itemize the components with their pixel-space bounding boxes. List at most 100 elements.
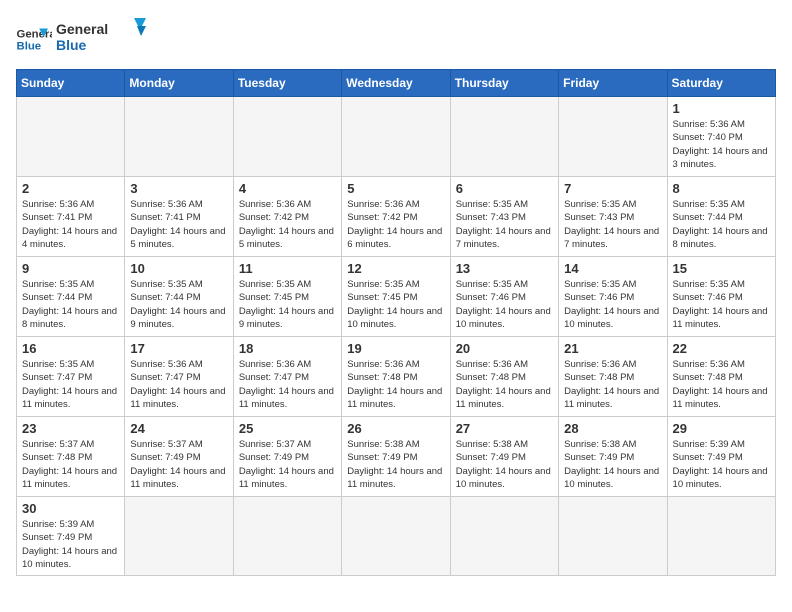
day-info: Sunrise: 5:36 AMSunset: 7:48 PMDaylight:… [564, 358, 661, 411]
day-info: Sunrise: 5:35 AMSunset: 7:44 PMDaylight:… [673, 198, 770, 251]
day-info: Sunrise: 5:35 AMSunset: 7:46 PMDaylight:… [456, 278, 553, 331]
calendar-cell-4: 4Sunrise: 5:36 AMSunset: 7:42 PMDaylight… [233, 177, 341, 257]
svg-text:General: General [56, 21, 108, 37]
day-info: Sunrise: 5:39 AMSunset: 7:49 PMDaylight:… [673, 438, 770, 491]
weekday-header-monday: Monday [125, 70, 233, 97]
day-number: 18 [239, 341, 336, 356]
day-info: Sunrise: 5:36 AMSunset: 7:41 PMDaylight:… [130, 198, 227, 251]
day-number: 7 [564, 181, 661, 196]
day-info: Sunrise: 5:37 AMSunset: 7:48 PMDaylight:… [22, 438, 119, 491]
day-number: 30 [22, 501, 119, 516]
day-info: Sunrise: 5:36 AMSunset: 7:41 PMDaylight:… [22, 198, 119, 251]
svg-text:Blue: Blue [17, 40, 42, 52]
weekday-header-saturday: Saturday [667, 70, 775, 97]
week-row-4: 23 Sunrise: 5:37 AMSunset: 7:48 PMDayligh… [17, 417, 776, 497]
day-number: 12 [347, 261, 444, 276]
day-number: 28 [564, 421, 661, 436]
day-number: 25 [239, 421, 336, 436]
day-info: Sunrise: 5:35 AMSunset: 7:46 PMDaylight:… [564, 278, 661, 331]
day-info: Sunrise: 5:36 AMSunset: 7:40 PMDaylight:… [673, 118, 770, 171]
calendar-cell-14: 14 Sunrise: 5:35 AMSunset: 7:46 PMDayligh… [559, 257, 667, 337]
calendar-cell-9: 9 Sunrise: 5:35 AMSunset: 7:44 PMDaylight… [17, 257, 125, 337]
calendar-cell-13: 13 Sunrise: 5:35 AMSunset: 7:46 PMDayligh… [450, 257, 558, 337]
calendar-cell-19: 19Sunrise: 5:36 AMSunset: 7:48 PMDayligh… [342, 337, 450, 417]
day-info: Sunrise: 5:38 AMSunset: 7:49 PMDaylight:… [456, 438, 553, 491]
weekday-header-sunday: Sunday [17, 70, 125, 97]
calendar-cell-27: 27 Sunrise: 5:38 AMSunset: 7:49 PMDayligh… [450, 417, 558, 497]
calendar-table: SundayMondayTuesdayWednesdayThursdayFrid… [16, 69, 776, 576]
calendar-cell-empty [233, 497, 341, 576]
day-info: Sunrise: 5:35 AMSunset: 7:44 PMDaylight:… [22, 278, 119, 331]
calendar-cell-empty [342, 97, 450, 177]
day-info: Sunrise: 5:36 AMSunset: 7:48 PMDaylight:… [347, 358, 444, 411]
day-info: Sunrise: 5:37 AMSunset: 7:49 PMDaylight:… [239, 438, 336, 491]
calendar-cell-26: 26 Sunrise: 5:38 AMSunset: 7:49 PMDayligh… [342, 417, 450, 497]
day-number: 14 [564, 261, 661, 276]
logo-icon: General Blue [16, 25, 52, 53]
calendar-cell-8: 8Sunrise: 5:35 AMSunset: 7:44 PMDaylight… [667, 177, 775, 257]
day-number: 27 [456, 421, 553, 436]
day-info: Sunrise: 5:35 AMSunset: 7:43 PMDaylight:… [564, 198, 661, 251]
day-number: 21 [564, 341, 661, 356]
page-header: General Blue General Blue [16, 16, 776, 61]
week-row-5: 30Sunrise: 5:39 AMSunset: 7:49 PMDayligh… [17, 497, 776, 576]
calendar-cell-7: 7 Sunrise: 5:35 AMSunset: 7:43 PMDaylight… [559, 177, 667, 257]
day-number: 10 [130, 261, 227, 276]
day-number: 4 [239, 181, 336, 196]
week-row-2: 9 Sunrise: 5:35 AMSunset: 7:44 PMDaylight… [17, 257, 776, 337]
day-number: 15 [673, 261, 770, 276]
calendar-cell-10: 10 Sunrise: 5:35 AMSunset: 7:44 PMDayligh… [125, 257, 233, 337]
calendar-cell-12: 12 Sunrise: 5:35 AMSunset: 7:45 PMDayligh… [342, 257, 450, 337]
day-number: 13 [456, 261, 553, 276]
day-number: 29 [673, 421, 770, 436]
calendar-cell-11: 11Sunrise: 5:35 AMSunset: 7:45 PMDayligh… [233, 257, 341, 337]
day-number: 5 [347, 181, 444, 196]
day-number: 9 [22, 261, 119, 276]
calendar-cell-22: 22Sunrise: 5:36 AMSunset: 7:48 PMDayligh… [667, 337, 775, 417]
calendar-cell-20: 20Sunrise: 5:36 AMSunset: 7:48 PMDayligh… [450, 337, 558, 417]
svg-text:Blue: Blue [56, 37, 87, 53]
calendar-cell-empty [233, 97, 341, 177]
weekday-header-wednesday: Wednesday [342, 70, 450, 97]
calendar-cell-empty [559, 497, 667, 576]
calendar-cell-empty [450, 97, 558, 177]
weekday-header-friday: Friday [559, 70, 667, 97]
day-info: Sunrise: 5:36 AMSunset: 7:42 PMDaylight:… [347, 198, 444, 251]
week-row-1: 2Sunrise: 5:36 AMSunset: 7:41 PMDaylight… [17, 177, 776, 257]
day-number: 16 [22, 341, 119, 356]
general-blue-logo: General Blue [56, 16, 146, 56]
day-info: Sunrise: 5:35 AMSunset: 7:45 PMDaylight:… [347, 278, 444, 331]
weekday-header-thursday: Thursday [450, 70, 558, 97]
day-number: 11 [239, 261, 336, 276]
calendar-cell-25: 25 Sunrise: 5:37 AMSunset: 7:49 PMDayligh… [233, 417, 341, 497]
calendar-cell-3: 3 Sunrise: 5:36 AMSunset: 7:41 PMDaylight… [125, 177, 233, 257]
calendar-cell-empty [125, 497, 233, 576]
day-info: Sunrise: 5:38 AMSunset: 7:49 PMDaylight:… [347, 438, 444, 491]
calendar-cell-29: 29 Sunrise: 5:39 AMSunset: 7:49 PMDayligh… [667, 417, 775, 497]
weekday-header-row: SundayMondayTuesdayWednesdayThursdayFrid… [17, 70, 776, 97]
calendar-cell-empty [342, 497, 450, 576]
day-info: Sunrise: 5:36 AMSunset: 7:47 PMDaylight:… [130, 358, 227, 411]
day-info: Sunrise: 5:35 AMSunset: 7:43 PMDaylight:… [456, 198, 553, 251]
day-info: Sunrise: 5:35 AMSunset: 7:44 PMDaylight:… [130, 278, 227, 331]
calendar-cell-17: 17 Sunrise: 5:36 AMSunset: 7:47 PMDayligh… [125, 337, 233, 417]
day-number: 22 [673, 341, 770, 356]
day-info: Sunrise: 5:36 AMSunset: 7:47 PMDaylight:… [239, 358, 336, 411]
day-number: 17 [130, 341, 227, 356]
calendar-cell-30: 30Sunrise: 5:39 AMSunset: 7:49 PMDayligh… [17, 497, 125, 576]
calendar-cell-empty [559, 97, 667, 177]
day-number: 26 [347, 421, 444, 436]
day-info: Sunrise: 5:35 AMSunset: 7:46 PMDaylight:… [673, 278, 770, 331]
day-number: 1 [673, 101, 770, 116]
calendar-cell-2: 2Sunrise: 5:36 AMSunset: 7:41 PMDaylight… [17, 177, 125, 257]
calendar-cell-28: 28 Sunrise: 5:38 AMSunset: 7:49 PMDayligh… [559, 417, 667, 497]
week-row-3: 16 Sunrise: 5:35 AMSunset: 7:47 PMDayligh… [17, 337, 776, 417]
calendar-cell-1: 1 Sunrise: 5:36 AMSunset: 7:40 PMDaylight… [667, 97, 775, 177]
day-info: Sunrise: 5:35 AMSunset: 7:47 PMDaylight:… [22, 358, 119, 411]
calendar-cell-16: 16 Sunrise: 5:35 AMSunset: 7:47 PMDayligh… [17, 337, 125, 417]
day-number: 6 [456, 181, 553, 196]
logo: General Blue General Blue [16, 16, 146, 61]
day-number: 3 [130, 181, 227, 196]
day-info: Sunrise: 5:38 AMSunset: 7:49 PMDaylight:… [564, 438, 661, 491]
day-number: 23 [22, 421, 119, 436]
